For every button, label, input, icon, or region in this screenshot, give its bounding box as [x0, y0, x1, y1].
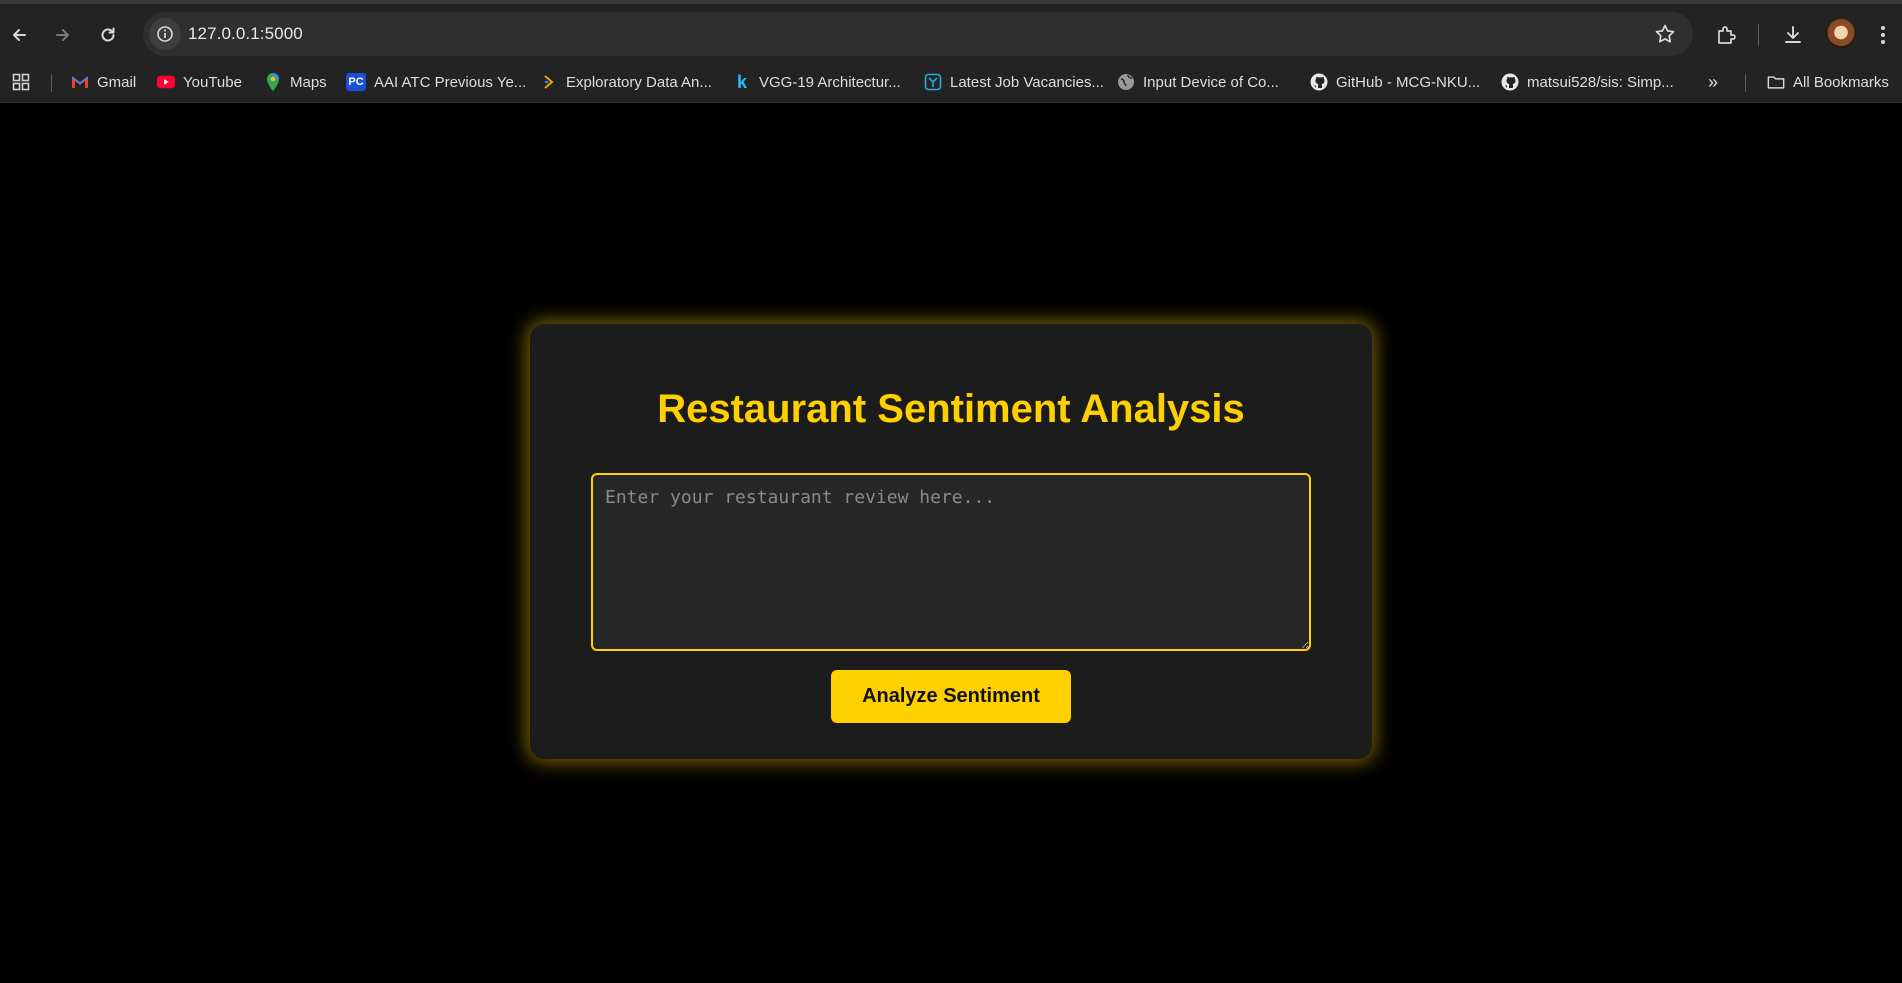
downloads-button[interactable]: [1776, 18, 1810, 52]
bookmark-gmail[interactable]: Gmail: [71, 71, 136, 93]
apps-grid-icon: [12, 73, 30, 91]
download-icon: [1785, 26, 1801, 43]
address-bar[interactable]: 127.0.0.1:5000: [143, 12, 1693, 56]
bookmark-input-device[interactable]: Input Device of Co...: [1117, 71, 1279, 93]
bookmark-label: Latest Job Vacancies...: [950, 73, 1104, 91]
globe-icon: [1117, 73, 1135, 91]
profile-avatar[interactable]: [1826, 19, 1856, 49]
analyze-sentiment-button[interactable]: Analyze Sentiment: [831, 670, 1071, 723]
bookmark-label: VGG-19 Architectur...: [759, 73, 901, 91]
browser-toolbar: 127.0.0.1:5000: [0, 0, 1902, 62]
pc-icon: PC: [346, 73, 366, 91]
extensions-button[interactable]: [1709, 18, 1743, 52]
sentiment-card: Restaurant Sentiment Analysis Analyze Se…: [530, 324, 1372, 759]
bookmark-aai-atc[interactable]: PC AAI ATC Previous Ye...: [346, 71, 526, 93]
bookmark-vgg19[interactable]: k VGG-19 Architectur...: [733, 71, 901, 93]
page-title: Restaurant Sentiment Analysis: [657, 387, 1245, 431]
forward-button[interactable]: [46, 18, 80, 52]
bookmark-github-mcg[interactable]: GitHub - MCG-NKU...: [1310, 71, 1480, 93]
bookmark-job-vacancies[interactable]: Latest Job Vacancies...: [924, 71, 1104, 93]
bookmark-star-icon[interactable]: [1653, 22, 1677, 46]
bookmark-label: matsui528/sis: Simp...: [1527, 73, 1674, 91]
arrow-left-icon: [13, 29, 26, 41]
bookmark-matsui528-sis[interactable]: matsui528/sis: Simp...: [1501, 71, 1674, 93]
bookmarks-bar: Gmail YouTube Maps PC AAI ATC Previous Y…: [0, 62, 1902, 103]
bookmark-youtube[interactable]: YouTube: [157, 71, 242, 93]
address-url: 127.0.0.1:5000: [188, 24, 303, 43]
review-input[interactable]: [591, 473, 1311, 651]
bookmark-label: Exploratory Data An...: [566, 73, 712, 91]
arrow-right-icon: [56, 29, 69, 41]
browser-menu-button[interactable]: [1866, 18, 1900, 52]
kebab-menu-icon: [1881, 26, 1885, 44]
bookmark-label: Maps: [290, 73, 327, 91]
bookmark-maps[interactable]: Maps: [264, 71, 327, 93]
all-bookmarks-label: All Bookmarks: [1793, 73, 1889, 91]
bookmark-label: Input Device of Co...: [1143, 73, 1279, 91]
bookmark-label: AAI ATC Previous Ye...: [374, 73, 527, 91]
chevron-double-right-icon: »: [1708, 71, 1719, 92]
bookmark-label: YouTube: [183, 73, 242, 91]
bookmark-label: GitHub - MCG-NKU...: [1336, 73, 1481, 91]
bookmark-exploratory-data[interactable]: Exploratory Data An...: [540, 71, 712, 93]
reload-button[interactable]: [91, 18, 125, 52]
back-button[interactable]: [2, 18, 36, 52]
job-icon: [924, 73, 942, 91]
maps-icon: [264, 73, 282, 91]
puzzle-icon: [1718, 26, 1736, 44]
youtube-icon: [157, 73, 175, 91]
k-icon: k: [736, 71, 747, 92]
bookmarks-divider: [51, 74, 52, 92]
folder-icon: [1767, 73, 1785, 91]
toolbar-divider: [1758, 24, 1759, 46]
apps-button[interactable]: [12, 71, 30, 93]
github-icon: [1310, 73, 1328, 91]
all-bookmarks-button[interactable]: All Bookmarks: [1767, 71, 1889, 93]
reload-icon: [101, 27, 115, 42]
bookmarks-overflow-button[interactable]: »: [1708, 71, 1718, 93]
bookmark-label: Gmail: [97, 73, 137, 91]
github-icon: [1501, 73, 1519, 91]
bookmarks-divider: [1745, 74, 1746, 92]
site-info-icon[interactable]: [149, 18, 181, 50]
gmail-icon: [71, 73, 89, 91]
kaggle-arrow-icon: [540, 73, 558, 91]
